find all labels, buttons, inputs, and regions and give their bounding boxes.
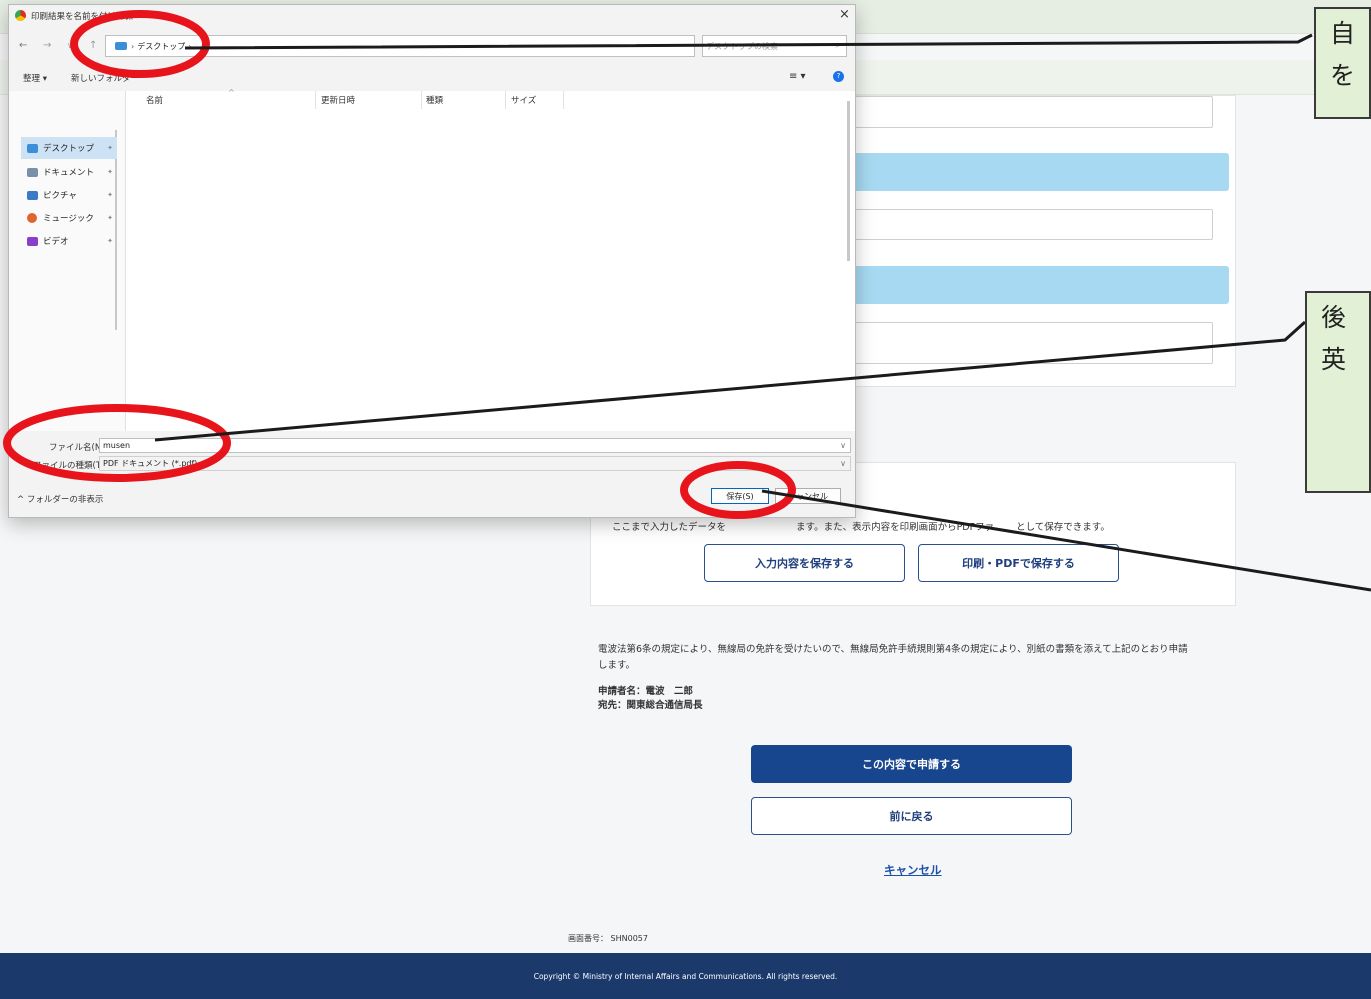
pointer-line-2 [154, 320, 1307, 442]
highlight-circle-filename [3, 404, 231, 482]
callout-text-1: 自 を [1330, 19, 1356, 90]
pointer-line-3 [761, 489, 1371, 592]
callout-box-2: 後 英 [1305, 291, 1371, 493]
annotation-overlay [3, 10, 1371, 592]
callout-text-2: 後 英 [1321, 303, 1347, 374]
callout-box-1: 自 を [1314, 7, 1371, 119]
highlight-circle-save [680, 461, 796, 519]
pointer-line-1 [184, 33, 1313, 50]
highlight-circle-path [70, 10, 210, 78]
